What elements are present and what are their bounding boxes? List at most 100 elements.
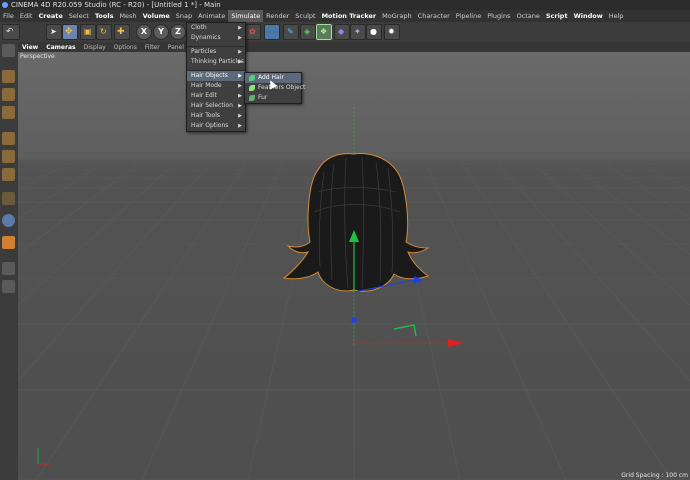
fur-icon <box>249 94 255 101</box>
menu-mograph[interactable]: MoGraph <box>379 10 415 22</box>
grid-button[interactable] <box>2 280 15 293</box>
menu-edit[interactable]: Edit <box>17 10 36 22</box>
left-toolbar <box>0 42 18 480</box>
menu-file[interactable]: File <box>0 10 17 22</box>
submenu-arrow-icon: ▶ <box>238 35 242 41</box>
viewport-perspective[interactable]: Perspective Grid Spacing : 100 cm <box>18 52 690 480</box>
menu-simulate[interactable]: Simulate <box>228 10 264 22</box>
menu-item-label: Fur <box>258 94 268 101</box>
menu-octane[interactable]: Octane <box>514 10 543 22</box>
menu-item-hair-edit[interactable]: Hair Edit ▶ <box>187 91 245 101</box>
menu-render[interactable]: Render <box>263 10 292 22</box>
submenu-arrow-icon: ▶ <box>238 123 242 129</box>
menu-sculpt[interactable]: Sculpt <box>292 10 318 22</box>
model-mode-button[interactable] <box>2 70 15 83</box>
environment-button[interactable]: ✦ <box>350 24 366 40</box>
menu-item-label: Hair Edit <box>191 92 217 99</box>
menu-motion-tracker[interactable]: Motion Tracker <box>319 10 380 22</box>
z-axis-button[interactable]: Z <box>170 24 186 40</box>
polygons-mode-button[interactable] <box>2 168 15 181</box>
edges-mode-button[interactable] <box>2 150 15 163</box>
window-title: CINEMA 4D R20.059 Studio (RC - R20) - [U… <box>11 1 221 9</box>
menu-animate[interactable]: Animate <box>195 10 228 22</box>
menu-snap[interactable]: Snap <box>173 10 195 22</box>
live-selection-button[interactable]: ✥ <box>62 24 78 40</box>
menu-item-label: Dynamics <box>191 34 221 41</box>
menu-item-hair-tools[interactable]: Hair Tools ▶ <box>187 111 245 121</box>
menu-item-label: Hair Objects <box>191 72 228 79</box>
menu-item-fur[interactable]: Fur <box>245 93 301 103</box>
subdivision-button[interactable]: ◈ <box>300 24 316 40</box>
camera-button[interactable]: ● <box>366 24 382 40</box>
menu-character[interactable]: Character <box>415 10 453 22</box>
menu-item-hair-selection[interactable]: Hair Selection ▶ <box>187 101 245 111</box>
scale-tool-button[interactable]: ▣ <box>80 24 96 40</box>
menu-item-particles[interactable]: Particles ▶ <box>187 46 245 57</box>
menu-mesh[interactable]: Mesh <box>116 10 139 22</box>
workplane-button[interactable] <box>2 106 15 119</box>
menu-tools[interactable]: Tools <box>92 10 117 22</box>
undo-button[interactable]: ↶ <box>2 24 20 40</box>
hair-object[interactable] <box>282 153 430 292</box>
move-tool-button[interactable]: ➤ <box>46 24 62 40</box>
menu-volume[interactable]: Volume <box>140 10 173 22</box>
main-toolbar: ↶ ➤ ✥ ▣ ↻ ✚ X Y Z ✿ ✎ ◈ ❖ ◆ ✦ ● ✹ <box>0 22 690 42</box>
menu-window[interactable]: Window <box>571 10 606 22</box>
array-button[interactable]: ❖ <box>316 24 332 40</box>
menu-item-thinking-particles[interactable]: Thinking Particles ▶ <box>187 57 245 67</box>
title-bar: CINEMA 4D R20.059 Studio (RC - R20) - [U… <box>0 0 690 10</box>
submenu-arrow-icon: ▶ <box>238 25 242 31</box>
menu-item-label: Hair Selection <box>191 102 233 109</box>
submenu-arrow-icon: ▶ <box>238 93 242 99</box>
pen-button[interactable]: ✎ <box>283 24 299 40</box>
light-button[interactable]: ✹ <box>384 24 400 40</box>
submenu-arrow-icon: ▶ <box>238 113 242 119</box>
hair-icon <box>249 74 255 81</box>
viewport-label: Perspective <box>20 53 55 60</box>
last-tool-button[interactable]: ✚ <box>114 24 130 40</box>
viewport-menu-bar: ViewCamerasDisplayOptionsFilterPanelProR… <box>18 42 690 52</box>
menu-item-hair-objects[interactable]: Hair Objects ▶ <box>187 70 245 81</box>
menu-item-label: Hair Tools <box>191 112 221 119</box>
rotate-tool-button[interactable]: ↻ <box>96 24 112 40</box>
submenu-arrow-icon: ▶ <box>238 83 242 89</box>
make-editable-button[interactable] <box>2 44 15 57</box>
texture-mode-button[interactable] <box>2 88 15 101</box>
snap-button[interactable] <box>2 214 15 227</box>
points-mode-button[interactable] <box>2 132 15 145</box>
cube-button[interactable] <box>264 24 280 40</box>
viewport-grid <box>18 107 690 480</box>
menu-script[interactable]: Script <box>543 10 571 22</box>
menu-create[interactable]: Create <box>35 10 65 22</box>
menu-item-hair-options[interactable]: Hair Options ▶ <box>187 121 245 131</box>
grid-spacing-label: Grid Spacing : 100 cm <box>621 472 688 479</box>
y-axis-button[interactable]: Y <box>153 24 169 40</box>
menu-item-hair-mode[interactable]: Hair Mode ▶ <box>187 81 245 91</box>
submenu-arrow-icon: ▶ <box>238 73 242 79</box>
app-icon <box>2 2 8 8</box>
menu-item-label: Cloth <box>191 24 207 31</box>
deformer-button[interactable]: ◆ <box>334 24 350 40</box>
menu-pipeline[interactable]: Pipeline <box>453 10 484 22</box>
menu-plugins[interactable]: Plugins <box>484 10 513 22</box>
menu-item-label: Thinking Particles <box>191 58 244 65</box>
menu-item-cloth[interactable]: Cloth ▶ <box>187 23 245 33</box>
menu-item-label: Particles <box>191 48 217 55</box>
submenu-arrow-icon: ▶ <box>238 103 242 109</box>
menu-select[interactable]: Select <box>66 10 92 22</box>
simulate-menu: Cloth ▶ Dynamics ▶ Particles ▶ Thinking Partic… <box>186 22 246 132</box>
menu-item-dynamics[interactable]: Dynamics ▶ <box>187 33 245 43</box>
render-view-button[interactable]: ✿ <box>245 24 261 40</box>
layer-button[interactable] <box>2 262 15 275</box>
menu-item-label: Feathers Object <box>258 84 306 91</box>
feather-icon <box>249 84 255 91</box>
x-axis-button[interactable]: X <box>136 24 152 40</box>
tweak-mode-button[interactable] <box>2 236 15 249</box>
menu-item-label: Hair Mode <box>191 82 222 89</box>
menu-item-label: Hair Options <box>191 122 229 129</box>
menu-help[interactable]: Help <box>606 10 627 22</box>
menu-bar: File Edit Create Select Tools Mesh Volume Snap A… <box>0 10 690 22</box>
axis-mode-button[interactable] <box>2 192 15 205</box>
submenu-arrow-icon: ▶ <box>238 49 242 55</box>
hair-objects-submenu: Add Hair Feathers Object Fur <box>244 72 306 104</box>
